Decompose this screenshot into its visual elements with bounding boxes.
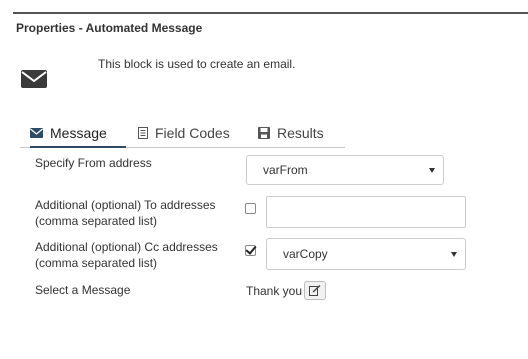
to-addresses-checkbox[interactable] <box>245 203 256 214</box>
checkmark-icon <box>245 243 257 255</box>
cc-addresses-select[interactable]: varCopy <box>266 238 466 270</box>
tab-results-label: Results <box>277 125 324 141</box>
from-address-value: varFrom <box>263 163 308 177</box>
cc-addresses-value: varCopy <box>283 247 328 261</box>
top-divider <box>13 12 528 14</box>
to-addresses-input[interactable] <box>266 196 466 228</box>
from-address-select[interactable]: varFrom <box>246 155 444 185</box>
to-addresses-label-line1: Additional (optional) To addresses <box>35 198 216 212</box>
chevron-down-icon <box>429 167 435 173</box>
tab-message-label: Message <box>50 125 107 141</box>
tab-results[interactable]: Results <box>258 120 348 146</box>
cc-addresses-label-line2: (comma separated list) <box>35 256 158 270</box>
tab-bar: Message Field Codes Results <box>20 120 345 148</box>
envelope-icon <box>30 128 43 138</box>
save-icon <box>258 127 270 139</box>
from-address-label: Specify From address <box>35 156 152 170</box>
cc-addresses-label: Additional (optional) Cc addresses (comm… <box>35 239 218 271</box>
chevron-down-icon <box>451 251 457 257</box>
properties-panel: Properties - Automated Message This bloc… <box>0 0 528 359</box>
tab-field-codes-label: Field Codes <box>155 125 230 141</box>
document-icon <box>138 127 148 139</box>
select-message-label: Select a Message <box>35 283 131 297</box>
tab-message[interactable]: Message <box>30 120 126 148</box>
edit-icon <box>309 285 321 296</box>
panel-title: Properties - Automated Message <box>16 21 203 35</box>
selected-message-value: Thank you <box>246 284 303 298</box>
cc-addresses-checkbox[interactable] <box>245 243 257 256</box>
tab-field-codes[interactable]: Field Codes <box>138 120 258 146</box>
edit-message-button[interactable] <box>304 281 326 300</box>
block-description: This block is used to create an email. <box>98 57 296 71</box>
to-addresses-label-line2: (comma separated list) <box>35 214 158 228</box>
to-addresses-label: Additional (optional) To addresses (comm… <box>35 197 216 229</box>
cc-addresses-label-line1: Additional (optional) Cc addresses <box>35 240 218 254</box>
envelope-icon <box>21 70 47 88</box>
